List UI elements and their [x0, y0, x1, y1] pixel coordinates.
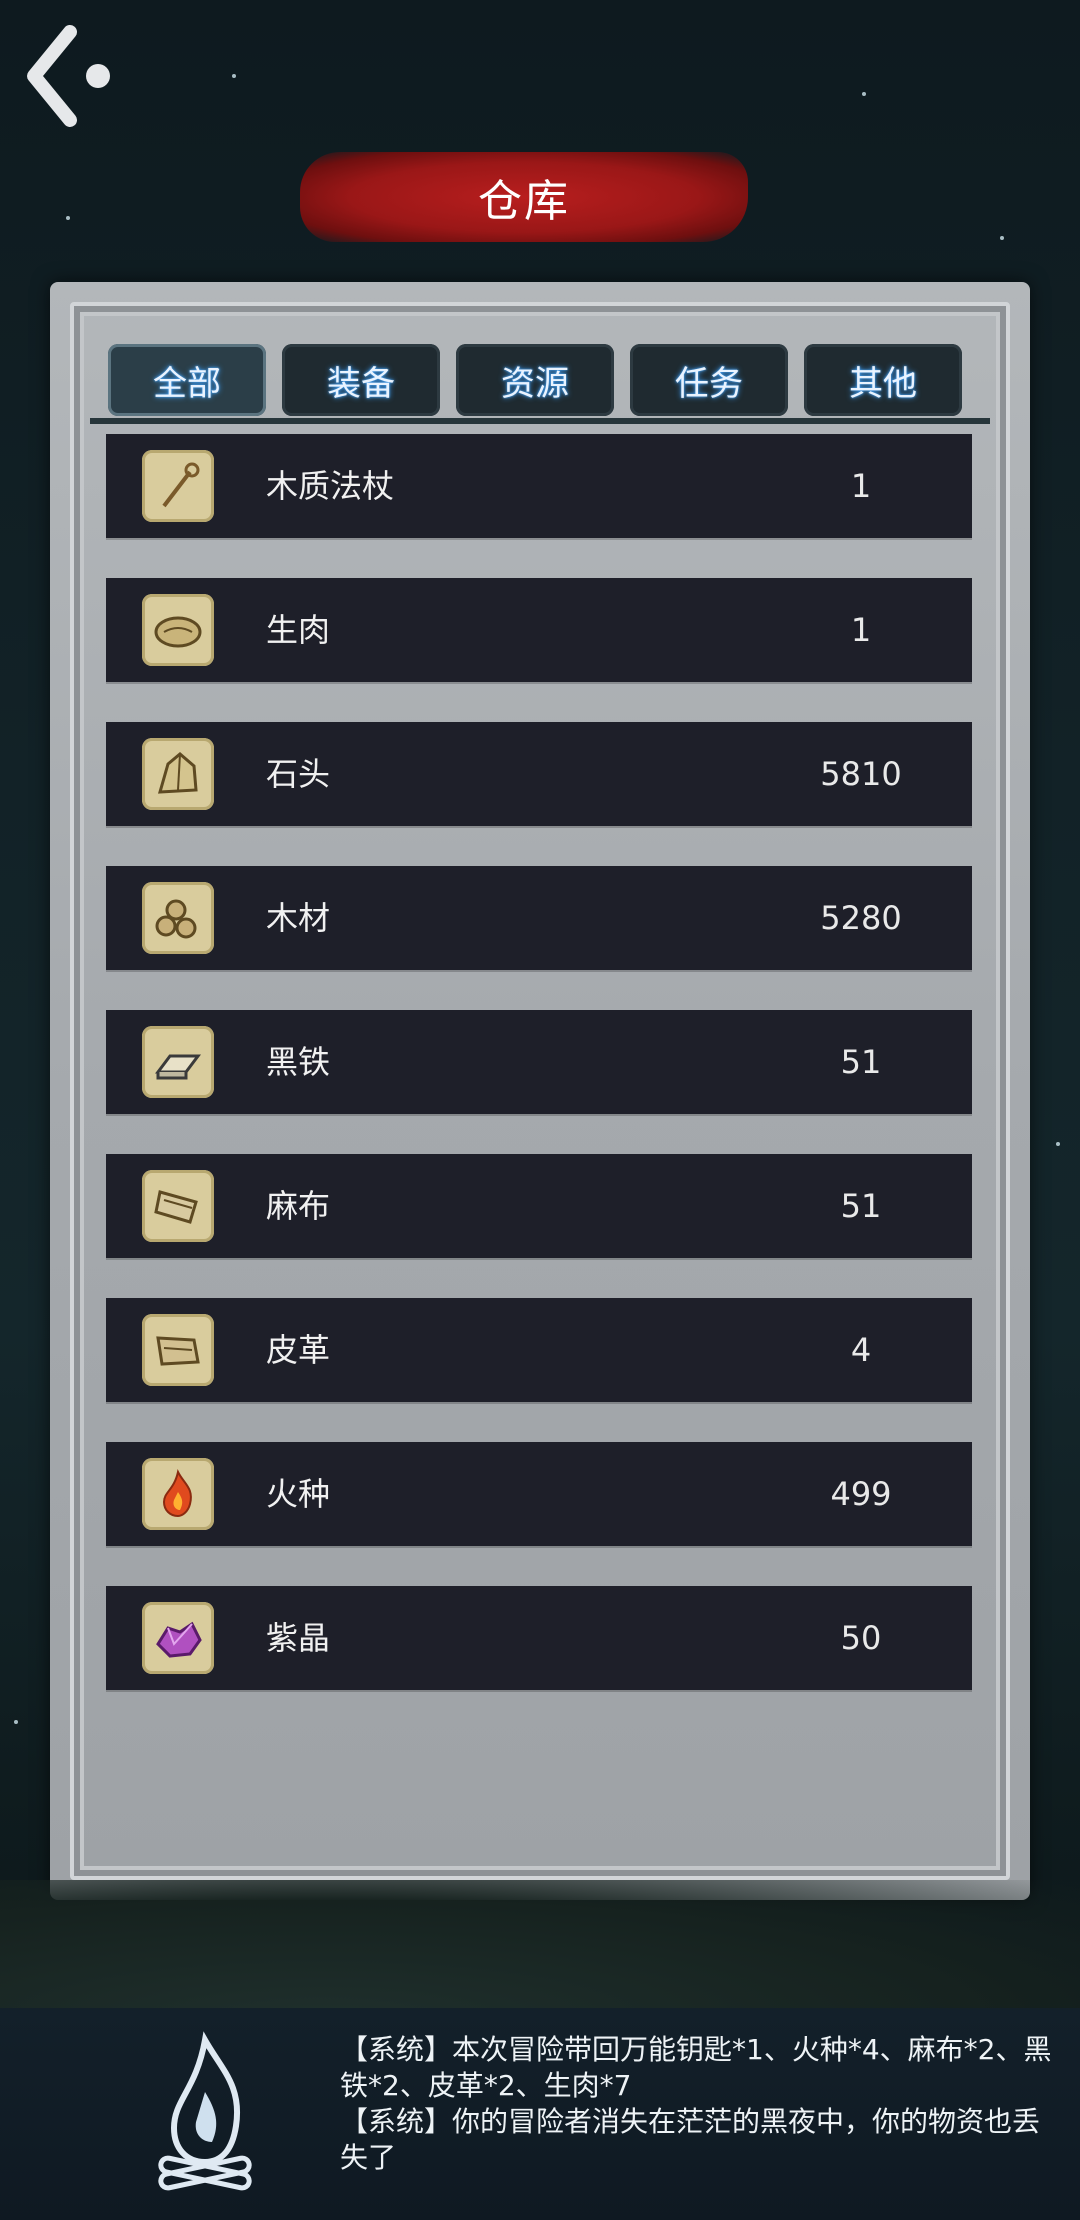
item-name: 生肉 [266, 611, 331, 649]
page-title-banner: 仓库 [300, 152, 748, 242]
tab-resources[interactable]: 资源 [456, 344, 614, 416]
back-button[interactable] [26, 24, 122, 134]
tab-label: 全部 [153, 363, 221, 404]
list-item[interactable]: 石头 5810 [106, 722, 972, 826]
linen-cloth-icon [142, 1170, 214, 1242]
tab-quests[interactable]: 任务 [630, 344, 788, 416]
item-count: 1 [850, 611, 872, 649]
item-count: 5280 [820, 899, 902, 937]
item-list: 木质法杖 1 生肉 1 石头 5810 木材 5280 黑铁 51 麻布 51 … [106, 434, 972, 1730]
item-name: 火种 [266, 1475, 331, 1513]
tab-label: 资源 [501, 363, 569, 404]
leather-icon [142, 1314, 214, 1386]
item-name: 紫晶 [266, 1619, 331, 1657]
item-count: 51 [840, 1187, 882, 1225]
item-name: 木材 [266, 899, 331, 937]
back-arrow-icon [27, 25, 110, 127]
star [66, 216, 70, 220]
stone-icon [142, 738, 214, 810]
fire-seed-icon [142, 1458, 214, 1530]
item-count: 499 [830, 1475, 892, 1513]
tab-label: 其他 [849, 363, 917, 404]
item-name: 木质法杖 [266, 467, 395, 505]
item-name: 石头 [266, 755, 331, 793]
log-line: 【系统】你的冒险者消失在茫茫的黑夜中，你的物资也丢失了 [340, 2105, 1041, 2174]
star [862, 92, 866, 96]
category-tabs: 全部 装备 资源 任务 其他 [108, 344, 988, 416]
list-item[interactable]: 皮革 4 [106, 1298, 972, 1402]
list-item[interactable]: 麻布 51 [106, 1154, 972, 1258]
item-count: 4 [850, 1331, 872, 1369]
star [1056, 1142, 1060, 1146]
list-item[interactable]: 黑铁 51 [106, 1010, 972, 1114]
tabs-divider [90, 418, 990, 424]
warehouse-panel: 全部 装备 资源 任务 其他 木质法杖 1 生肉 1 石头 5810 木材 52… [50, 282, 1030, 1900]
item-name: 皮革 [266, 1331, 331, 1369]
tab-all[interactable]: 全部 [108, 344, 266, 416]
item-name: 麻布 [266, 1187, 331, 1225]
item-count: 5810 [820, 755, 902, 793]
item-count: 50 [840, 1619, 882, 1657]
wood-logs-icon [142, 882, 214, 954]
list-item[interactable]: 火种 499 [106, 1442, 972, 1546]
raw-meat-icon [142, 594, 214, 666]
tab-label: 任务 [675, 363, 743, 404]
item-name: 黑铁 [266, 1043, 331, 1081]
star [14, 1720, 18, 1724]
log-line: 【系统】本次冒险带回万能钥匙*1、火种*4、麻布*2、黑铁*2、皮革*2、生肉*… [340, 2033, 1052, 2102]
star [1000, 236, 1004, 240]
log-messages: 【系统】本次冒险带回万能钥匙*1、火种*4、麻布*2、黑铁*2、皮革*2、生肉*… [340, 2032, 1060, 2176]
list-item[interactable]: 木材 5280 [106, 866, 972, 970]
ground-scenery [0, 1880, 1080, 2020]
amethyst-icon [142, 1602, 214, 1674]
tab-label: 装备 [327, 363, 395, 404]
item-count: 1 [850, 467, 872, 505]
tab-equipment[interactable]: 装备 [282, 344, 440, 416]
star [232, 74, 236, 78]
campfire-icon [130, 2030, 280, 2200]
item-count: 51 [840, 1043, 882, 1081]
list-item[interactable]: 木质法杖 1 [106, 434, 972, 538]
list-item[interactable]: 生肉 1 [106, 578, 972, 682]
tab-other[interactable]: 其他 [804, 344, 962, 416]
list-item[interactable]: 紫晶 50 [106, 1586, 972, 1690]
system-log: 【系统】本次冒险带回万能钥匙*1、火种*4、麻布*2、黑铁*2、皮革*2、生肉*… [0, 2008, 1080, 2220]
page-title: 仓库 [478, 176, 570, 227]
staff-icon [142, 450, 214, 522]
iron-ingot-icon [142, 1026, 214, 1098]
